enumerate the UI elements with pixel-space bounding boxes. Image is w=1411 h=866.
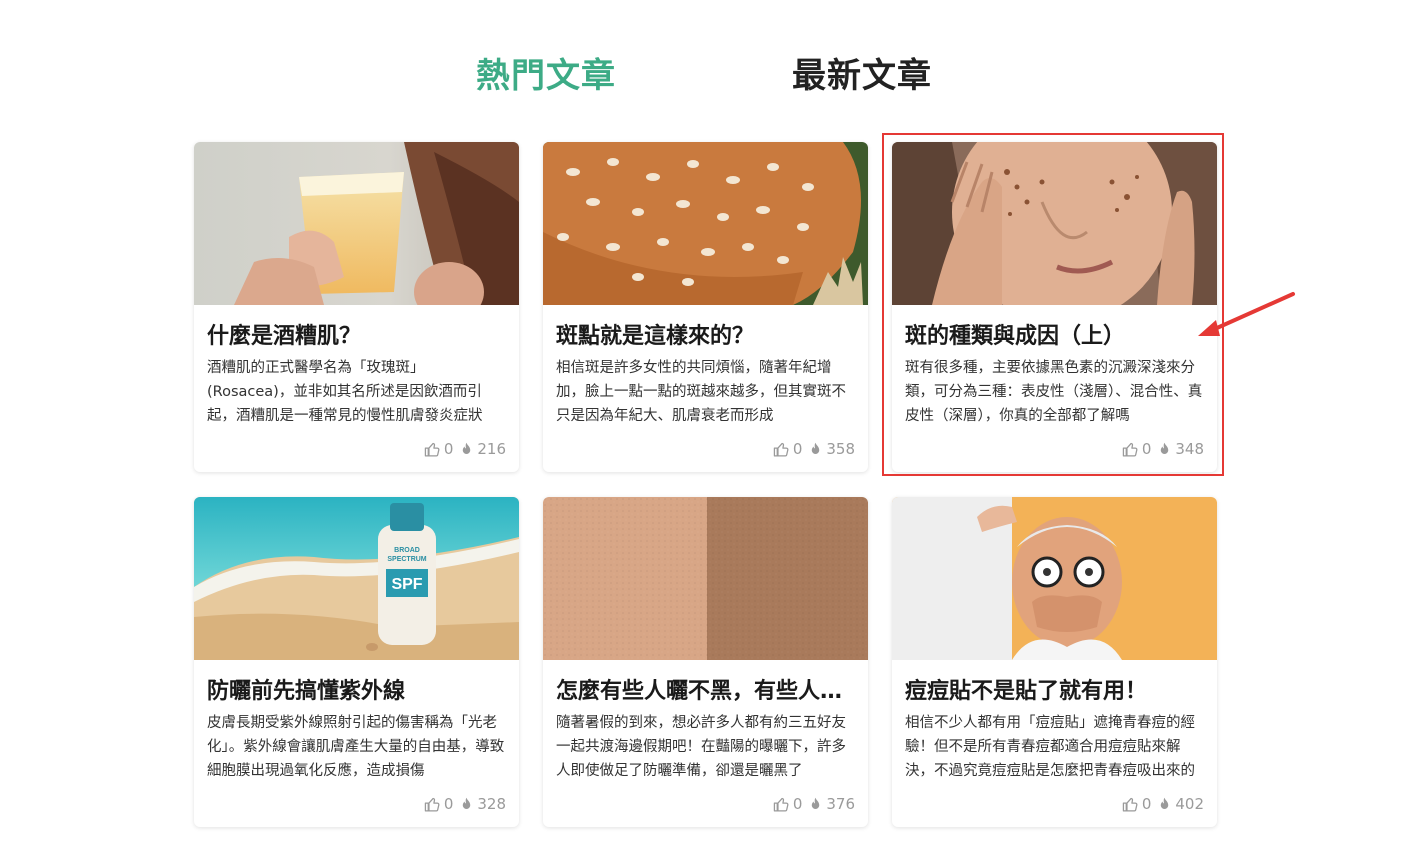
like-stat[interactable]: 0 [773,440,803,458]
flame-icon [463,797,471,809]
flame-icon [812,797,820,809]
article-stats: 0 216 [424,439,506,459]
article-title[interactable]: 斑點就是這樣來的？ [556,318,856,350]
view-count: 216 [477,440,506,458]
bottle-label-spf: SPF [391,576,422,593]
like-stat[interactable]: 0 [424,440,454,458]
article-title[interactable]: 防曬前先搞懂紫外線 [207,673,507,705]
flame-icon [1161,442,1169,454]
article-excerpt: 酒糟肌的正式醫學名為「玫瑰斑」(Rosacea)，並非如其名所述是因飲酒而引起，… [207,360,483,424]
like-stat[interactable]: 0 [1122,795,1152,813]
view-stat: 328 [459,795,506,813]
article-stats: 0 402 [1122,794,1204,814]
article-stats: 0 358 [773,439,855,459]
view-stat: 402 [1157,795,1204,813]
view-stat: 216 [459,440,506,458]
article-card[interactable]: SPF BROAD SPECTRUM 防曬前先搞懂紫外線 皮膚長期受紫外線照射引… [194,497,519,827]
view-count: 358 [826,440,855,458]
article-thumbnail[interactable] [892,497,1217,660]
article-thumbnail[interactable] [543,497,868,660]
thumbs-up-icon [773,442,789,457]
flame-icon [463,442,471,454]
like-count: 0 [1141,795,1152,813]
article-card[interactable]: 痘痘貼不是貼了就有用！ 相信不少人都有用「痘痘貼」遮掩青春痘的經驗！但不是所有青… [892,497,1217,827]
like-count: 0 [443,440,454,458]
article-title[interactable]: 怎麼有些人曬不黑，有些人曬了就黑 [556,673,856,705]
view-stat: 358 [808,440,855,458]
view-count: 376 [826,795,855,813]
thumbs-up-icon [424,797,440,812]
annotation-arrow-icon [1198,292,1295,336]
like-count: 0 [443,795,454,813]
article-excerpt: 皮膚長期受紫外線照射引起的傷害稱為「光老化」。紫外線會讓肌膚產生大量的自由基，導… [207,715,505,779]
article-thumbnail[interactable] [194,142,519,305]
article-excerpt: 相信不少人都有用「痘痘貼」遮掩青春痘的經驗！但不是所有青春痘都適合用痘痘貼來解決… [905,715,1195,779]
tab-hot-articles[interactable]: 熱門文章 [476,48,616,97]
article-excerpt: 斑有很多種，主要依據黑色素的沉澱深淺來分類，可分為三種：表皮性（淺層）、混合性、… [905,360,1203,424]
view-count: 402 [1175,795,1204,813]
article-card[interactable]: 斑點就是這樣來的？ 相信斑是許多女性的共同煩惱，隨著年紀增加，臉上一點一點的斑越… [543,142,868,472]
article-title[interactable]: 斑的種類與成因（上） [905,318,1205,350]
bottle-label-broad: BROAD [394,547,420,554]
thumbs-up-icon [1122,442,1138,457]
article-card[interactable]: 什麼是酒糟肌？ 酒糟肌的正式醫學名為「玫瑰斑」(Rosacea)，並非如其名所述… [194,142,519,472]
article-excerpt: 相信斑是許多女性的共同煩惱，隨著年紀增加，臉上一點一點的斑越來越多，但其實斑不只… [556,360,846,424]
article-card[interactable]: 斑的種類與成因（上） 斑有很多種，主要依據黑色素的沉澱深淺來分類，可分為三種：表… [892,142,1217,472]
bottle-label-spectrum: SPECTRUM [387,556,426,563]
article-thumbnail[interactable]: SPF BROAD SPECTRUM [194,497,519,660]
article-thumbnail[interactable] [892,142,1217,305]
view-count: 328 [477,795,506,813]
view-stat: 348 [1157,440,1204,458]
like-stat[interactable]: 0 [1122,440,1152,458]
article-excerpt: 隨著暑假的到來，想必許多人都有約三五好友一起共渡海邊假期吧！在豔陽的曝曬下，許多… [556,715,846,779]
article-tabs: 熱門文章 最新文章 [0,48,1411,98]
view-stat: 376 [808,795,855,813]
flame-icon [1161,797,1169,809]
article-card[interactable]: 怎麼有些人曬不黑，有些人曬了就黑 隨著暑假的到來，想必許多人都有約三五好友一起共… [543,497,868,827]
like-stat[interactable]: 0 [424,795,454,813]
thumbs-up-icon [773,797,789,812]
like-count: 0 [1141,440,1152,458]
article-stats: 0 348 [1122,439,1204,459]
thumbs-up-icon [1122,797,1138,812]
like-stat[interactable]: 0 [773,795,803,813]
article-stats: 0 376 [773,794,855,814]
flame-icon [812,442,820,454]
tab-latest-articles[interactable]: 最新文章 [792,48,932,97]
like-count: 0 [792,440,803,458]
article-thumbnail[interactable] [543,142,868,305]
article-stats: 0 328 [424,794,506,814]
thumbs-up-icon [424,442,440,457]
like-count: 0 [792,795,803,813]
article-title[interactable]: 痘痘貼不是貼了就有用！ [905,673,1205,705]
view-count: 348 [1175,440,1204,458]
article-title[interactable]: 什麼是酒糟肌？ [207,318,507,350]
